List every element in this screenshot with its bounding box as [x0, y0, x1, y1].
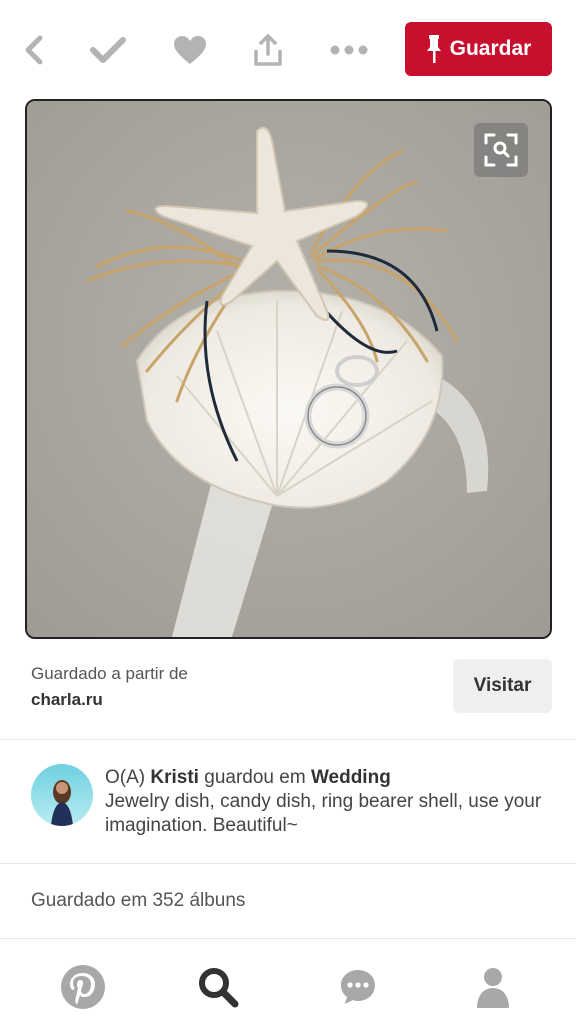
avatar[interactable] [31, 764, 93, 826]
board-name[interactable]: Wedding [311, 767, 391, 788]
saved-count[interactable]: Guardado em 352 álbuns [31, 890, 245, 912]
share-icon[interactable] [246, 28, 290, 72]
pin-description: Jewelry dish, candy dish, ring bearer sh… [105, 791, 542, 836]
saver-name[interactable]: Kristi [150, 767, 199, 788]
pushpin-icon [426, 34, 442, 64]
divider [0, 739, 576, 740]
search-icon[interactable] [193, 962, 243, 1012]
pin-photo [27, 101, 550, 637]
chevron-left-icon[interactable] [12, 28, 56, 72]
pinterest-logo-icon[interactable] [58, 962, 108, 1012]
source-label: Guardado a partir de [31, 664, 188, 683]
visual-search-button[interactable] [474, 123, 528, 177]
magnifier-scan-icon [483, 132, 519, 168]
save-button-label: Guardar [449, 37, 532, 60]
pin-image[interactable] [25, 99, 552, 639]
heart-icon[interactable] [168, 28, 212, 72]
divider [0, 938, 576, 939]
profile-icon[interactable] [468, 962, 518, 1012]
check-icon[interactable] [86, 28, 130, 72]
chat-icon[interactable] [333, 962, 383, 1012]
top-bar: Guardar [0, 0, 576, 98]
source-domain[interactable]: charla.ru [31, 690, 188, 710]
save-button[interactable]: Guardar [405, 22, 552, 76]
source-info: Guardado a partir de charla.ru [31, 664, 188, 710]
activity-prefix: O(A) [105, 767, 151, 788]
activity-middle: guardou em [198, 767, 311, 788]
visit-button[interactable]: Visitar [453, 659, 552, 713]
divider [0, 863, 576, 864]
activity-text: O(A) Kristi guardou em Wedding Jewelry d… [105, 766, 545, 838]
more-icon[interactable] [327, 28, 371, 72]
